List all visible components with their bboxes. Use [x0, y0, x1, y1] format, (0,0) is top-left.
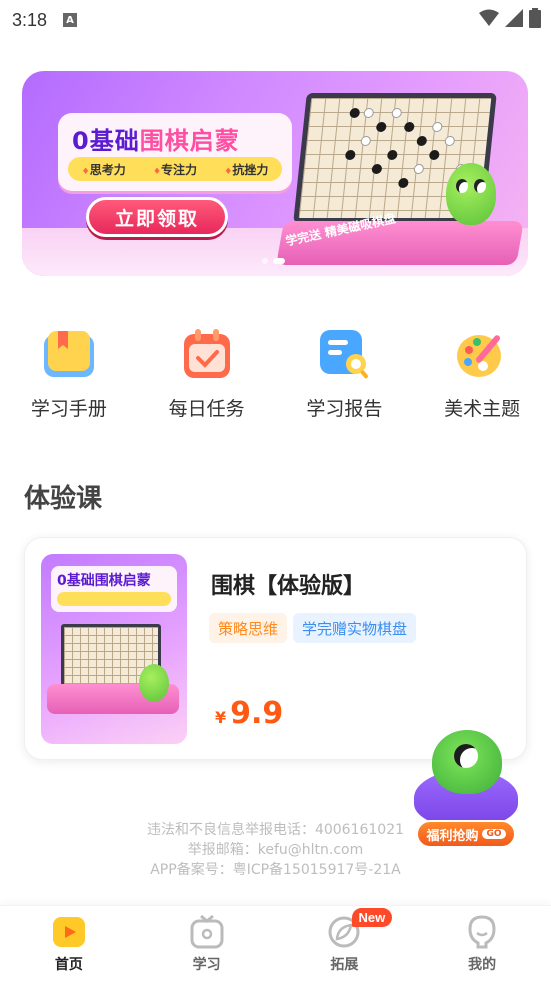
tab-label: 学习 — [192, 957, 221, 973]
course-card[interactable]: 0基础围棋启蒙 围棋【体验版】 策略思维 学完赠实物棋盘 ¥9.9 — [24, 537, 527, 760]
welfare-text: 福利抢购 — [426, 828, 479, 844]
claim-now-button[interactable]: 立即领取 — [86, 197, 228, 237]
calendar-check-icon — [179, 326, 235, 382]
course-tag: 学完赠实物棋盘 — [293, 613, 417, 643]
thumb-title-box: 0基础围棋启蒙 — [51, 566, 177, 612]
banner-tag: 专注力 — [153, 161, 197, 178]
tab-label: 拓展 — [330, 957, 359, 973]
banner-title-highlight: 围棋启蒙 — [139, 127, 240, 155]
quick-item-label: 学习报告 — [306, 398, 383, 420]
carousel-indicator — [262, 258, 285, 264]
quick-item-label: 美术主题 — [444, 398, 521, 420]
quick-item-study-report[interactable]: 学习报告 — [276, 326, 414, 421]
study-tv-icon — [189, 914, 225, 950]
status-indicators — [479, 8, 541, 28]
welfare-mascot-image — [432, 730, 502, 794]
thumb-mascot-image — [139, 664, 169, 702]
tab-home[interactable]: 首页 — [0, 906, 138, 981]
battery-icon — [529, 8, 541, 28]
banner-tag: 思考力 — [82, 161, 126, 178]
welfare-float-button[interactable]: 福利抢购 GO — [410, 730, 522, 852]
profile-face-icon — [464, 914, 500, 950]
quick-item-label: 学习手册 — [30, 398, 107, 420]
welfare-label: 福利抢购 GO — [416, 820, 516, 848]
banner-tag: 抗挫力 — [224, 161, 268, 178]
home-screen: 3:18 A 0基础围棋启蒙 思考力 专注力 抗挫力 立即领取 — [0, 0, 551, 981]
price-value: 9.9 — [230, 696, 284, 731]
footer-icp: APP备案号：粤ICP备15015917号-21A — [150, 862, 401, 878]
notification-icon: A — [63, 13, 78, 27]
tab-expand[interactable]: 拓展 New — [276, 906, 414, 981]
tab-label: 我的 — [468, 957, 497, 973]
tab-mine[interactable]: 我的 — [413, 906, 551, 981]
home-play-icon — [51, 914, 87, 950]
course-tags: 策略思维 学完赠实物棋盘 — [209, 613, 417, 643]
tab-study[interactable]: 学习 — [138, 906, 276, 981]
promo-banner[interactable]: 0基础围棋启蒙 思考力 专注力 抗挫力 立即领取 学完送 精美磁吸棋盘 — [22, 71, 528, 276]
report-search-icon — [316, 326, 372, 382]
quick-menu: 学习手册 每日任务 学习报告 美术主题 — [0, 326, 551, 421]
price-currency: ¥ — [215, 708, 227, 727]
carousel-dot — [262, 258, 268, 264]
banner-title-box: 0基础围棋启蒙 思考力 专注力 抗挫力 — [58, 113, 292, 191]
quick-item-art-theme[interactable]: 美术主题 — [413, 326, 551, 421]
course-price: ¥9.9 — [215, 696, 283, 731]
new-badge: New — [351, 908, 393, 927]
book-icon — [41, 326, 97, 382]
banner-title-prefix: 0基础 — [72, 127, 140, 155]
quick-item-daily-task[interactable]: 每日任务 — [138, 326, 276, 421]
palette-icon — [454, 326, 510, 382]
wifi-icon — [479, 9, 499, 26]
bottom-tab-bar: 首页 学习 拓展 New 我的 — [0, 905, 551, 981]
course-tag: 策略思维 — [209, 613, 288, 643]
quick-item-study-handbook[interactable]: 学习手册 — [0, 326, 138, 421]
status-bar: 3:18 A — [0, 0, 551, 40]
welfare-go: GO — [482, 829, 506, 839]
banner-tags: 思考力 专注力 抗挫力 — [68, 157, 282, 181]
thumb-title: 0基础围棋启蒙 — [57, 573, 151, 589]
mascot-image — [446, 163, 496, 225]
quick-item-label: 每日任务 — [168, 398, 245, 420]
status-time: 3:18 — [12, 9, 48, 30]
course-name: 围棋【体验版】 — [211, 574, 366, 599]
banner-title: 0基础围棋启蒙 — [72, 121, 240, 156]
signal-icon — [505, 9, 523, 27]
tab-label: 首页 — [54, 957, 83, 973]
section-title: 体验课 — [24, 484, 103, 514]
course-thumbnail: 0基础围棋启蒙 — [41, 554, 187, 744]
carousel-dot-active — [273, 258, 285, 264]
